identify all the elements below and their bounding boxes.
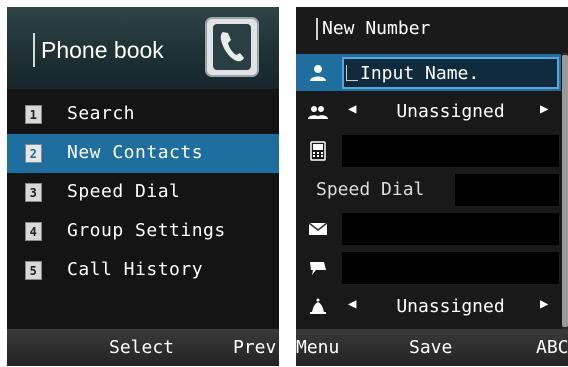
select-softkey[interactable]: Select [109,337,174,358]
group-selector-value: Unassigned [396,101,505,122]
mobile-field[interactable] [342,135,559,167]
phone-book-screen: Phone book 1 Search 2 New Contacts 3 Spe… [7,7,279,366]
menu-number-badge: 2 [25,144,42,163]
email-field[interactable] [342,213,559,245]
menu-item-new-contacts[interactable]: 2 New Contacts [7,134,279,173]
menu-softkey[interactable]: Menu [296,337,339,358]
menu-number-badge: 5 [25,261,42,280]
menu-item-label: Search [67,103,136,124]
page-title: New Number [316,18,430,40]
input-cursor-icon [346,65,358,81]
page-title: Phone book [33,33,164,67]
arrow-right-icon[interactable]: ▶ [540,296,548,312]
menu-number-badge: 4 [25,222,42,241]
bell-icon [310,298,326,314]
menu-number-badge: 3 [25,183,42,202]
ringtone-selector-value: Unassigned [396,296,505,317]
menu-item-label: Speed Dial [67,181,181,202]
mobile-row[interactable] [296,132,561,169]
mobile-phone-icon [310,141,326,161]
memo-row[interactable] [296,249,561,286]
new-number-header: New Number [296,7,568,53]
ringtone-row[interactable]: ◀ Unassigned ▶ [296,288,561,325]
prev-softkey[interactable]: Prev [233,337,276,358]
menu-item-group-settings[interactable]: 4 Group Settings [7,212,279,251]
menu-item-label: Call History [67,259,204,280]
phone-book-icon [205,17,259,77]
speed-dial-label: Speed Dial [316,179,425,200]
scrollbar[interactable] [562,53,568,329]
ringtone-selector[interactable]: ◀ Unassigned ▶ [342,291,559,323]
save-softkey[interactable]: Save [409,337,452,358]
menu-item-speed-dial[interactable]: 3 Speed Dial [7,173,279,212]
phone-book-menu: 1 Search 2 New Contacts 3 Speed Dial 4 G… [7,95,279,290]
person-icon [310,65,326,81]
email-icon [308,222,328,235]
name-input-placeholder: Input Name. [360,63,480,84]
speed-dial-field[interactable] [455,174,559,206]
group-selector[interactable]: ◀ Unassigned ▶ [342,96,559,128]
new-number-screen: New Number Input Name. ◀ Unassigned ▶ Sp… [296,7,568,366]
email-row[interactable] [296,210,561,247]
memo-icon [310,262,326,275]
speed-dial-row[interactable]: Speed Dial [296,171,561,208]
name-row[interactable]: Input Name. [296,54,561,91]
name-input[interactable]: Input Name. [342,57,559,89]
menu-item-search[interactable]: 1 Search [7,95,279,134]
abc-softkey[interactable]: ABC [536,337,568,358]
softkey-bar: Menu Save ABC [296,329,568,366]
menu-item-label: Group Settings [67,220,226,241]
group-row[interactable]: ◀ Unassigned ▶ [296,93,561,130]
arrow-right-icon[interactable]: ▶ [540,101,548,117]
scrollbar-thumb[interactable] [562,55,568,327]
menu-item-label: New Contacts [67,142,204,163]
menu-number-badge: 1 [25,105,42,124]
group-icon [308,106,328,119]
menu-item-call-history[interactable]: 5 Call History [7,251,279,290]
memo-field[interactable] [342,252,559,284]
softkey-bar: Select Prev [7,329,279,366]
phone-book-header: Phone book [7,7,279,89]
